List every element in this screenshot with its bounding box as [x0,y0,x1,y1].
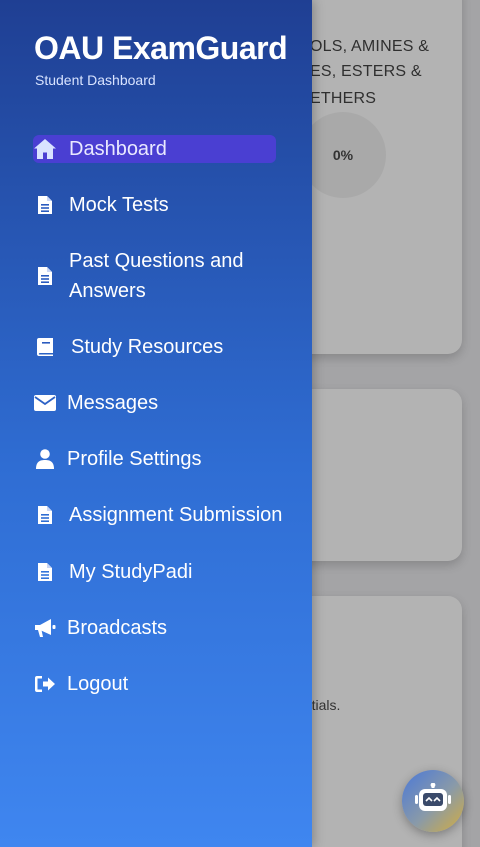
sidebar-item-dashboard[interactable]: Dashboard [33,135,276,163]
sidebar-item-label: Broadcasts [67,617,168,639]
sidebar-item-label: Dashboard [69,138,167,160]
sidebar-item-label: Profile Settings [67,448,202,470]
sidebar-item-study-resources[interactable]: Study Resources [33,332,223,362]
file-icon [33,557,57,587]
logout-icon [33,669,57,699]
sidebar-item-label: Logout [67,673,129,695]
home-icon [33,138,57,160]
course-topic-line-1: OLS, AMINES & [310,38,430,55]
sidebar-item-label: Mock Tests [69,194,169,216]
chatbot-button[interactable] [402,770,464,832]
sidebar-item-my-studypadi[interactable]: My StudyPadi [33,557,192,587]
sidebar-item-logout[interactable]: Logout [33,669,128,699]
file-icon [33,500,57,530]
file-icon [33,246,57,306]
sidebar: OAU ExamGuard Student Dashboard Dashboar… [0,0,312,847]
file-icon [33,190,57,220]
user-icon [33,444,57,474]
sidebar-item-mock-tests[interactable]: Mock Tests [33,190,169,220]
sidebar-item-broadcasts[interactable]: Broadcasts [33,613,167,643]
course-topic-line-3: ETHERS [310,90,377,107]
progress-percentage: 0% [332,147,354,163]
sidebar-item-label: My StudyPadi [69,561,193,583]
sidebar-item-messages[interactable]: Messages [33,388,158,418]
progress-circle: 0% [300,112,386,198]
course-topic-line-2: ES, ESTERS & [310,63,422,80]
sidebar-item-label: Messages [67,392,159,414]
sidebar-item-label: Study Resources [71,336,224,358]
app-subtitle: Student Dashboard [35,72,156,88]
megaphone-icon [33,613,57,643]
book-icon [33,332,57,362]
robot-icon [415,782,451,820]
envelope-icon [33,388,57,418]
sidebar-item-assignment-submission[interactable]: Assignment Submission [33,500,282,530]
sidebar-item-label: Past Questions and Answers [69,250,244,302]
sidebar-item-profile-settings[interactable]: Profile Settings [33,444,202,474]
app-title: OAU ExamGuard [34,30,288,66]
sidebar-item-label: Assignment Submission [69,504,283,526]
sidebar-item-past-questions[interactable]: Past Questions and Answers [33,246,278,306]
